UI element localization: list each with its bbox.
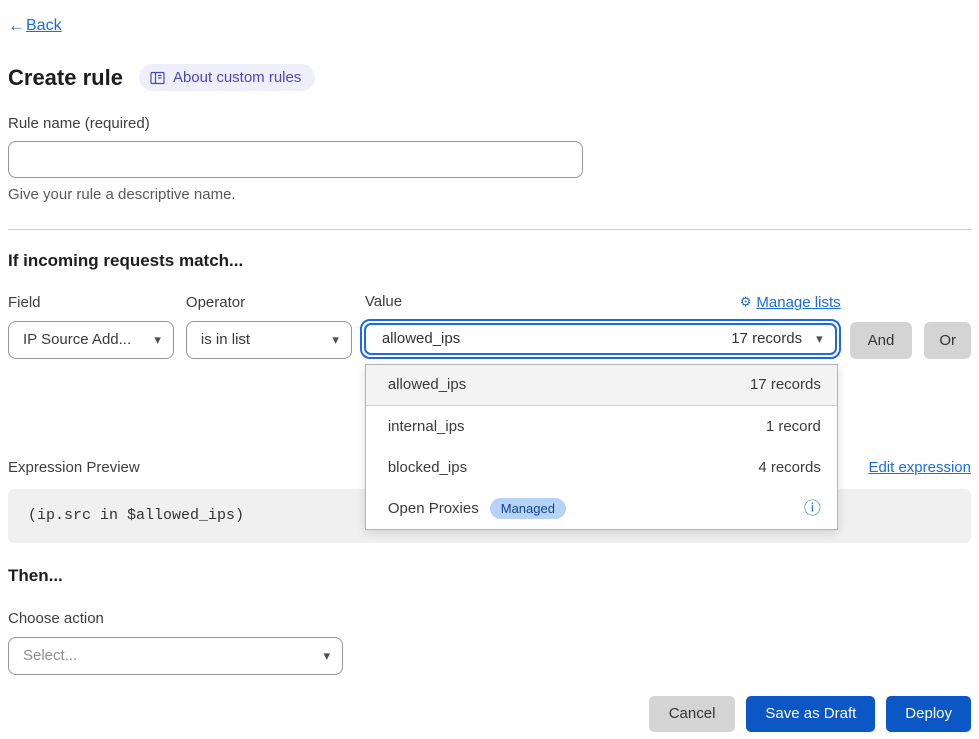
footer-actions: Cancel Save as Draft Deploy [8,696,971,732]
choose-action-label: Choose action [8,610,971,627]
gear-icon: ⚙ [740,294,752,310]
rule-name-helper: Give your rule a descriptive name. [8,186,971,203]
managed-badge: Managed [490,498,566,519]
title-row: Create rule About custom rules [8,64,971,91]
arrow-left-icon: ← [8,16,25,36]
list-name: allowed_ips [388,376,466,393]
list-name: blocked_ips [388,459,467,476]
field-label: Field [8,294,174,311]
and-button[interactable]: And [850,322,913,359]
operator-select-value: is in list [201,331,250,348]
value-label: Value [365,293,402,310]
about-custom-rules-label: About custom rules [173,69,301,86]
chevron-down-icon: ▾ [332,333,339,346]
list-option-allowed-ips[interactable]: allowed_ips 17 records [366,365,837,406]
chevron-down-icon: ▾ [154,333,161,346]
deploy-button[interactable]: Deploy [886,696,971,732]
rule-name-label: Rule name (required) [8,115,971,132]
about-custom-rules-link[interactable]: About custom rules [139,64,315,91]
edit-expression-link[interactable]: Edit expression [868,459,971,476]
value-column: Value ⚙ Manage lists allowed_ips 17 reco… [360,293,841,359]
operator-column: Operator is in list ▾ [186,294,352,359]
manage-lists-link[interactable]: ⚙ Manage lists [740,294,841,311]
selected-list-name: allowed_ips [382,330,460,347]
field-select[interactable]: IP Source Add... ▾ [8,321,174,359]
then-heading: Then... [8,566,971,586]
create-rule-page: ←Back Create rule About custom rules Rul… [0,0,979,732]
cancel-button[interactable]: Cancel [649,696,736,732]
manage-lists-label: Manage lists [756,294,840,311]
page-title: Create rule [8,65,123,91]
list-records: 4 records [758,459,821,476]
list-option-internal-ips[interactable]: internal_ips 1 record [366,406,837,447]
value-combobox-focus-ring: allowed_ips 17 records ▾ [360,319,841,359]
info-icon[interactable]: ⓘ [804,500,821,517]
chevron-down-icon: ▾ [816,332,823,345]
operator-label: Operator [186,294,352,311]
list-records: 17 records [750,376,821,393]
back-link[interactable]: ←Back [8,16,62,36]
list-option-blocked-ips[interactable]: blocked_ips 4 records [366,447,837,488]
section-divider [8,229,971,230]
chevron-down-icon: ▾ [323,649,330,662]
field-select-value: IP Source Add... [23,331,131,348]
lists-dropdown: allowed_ips 17 records internal_ips 1 re… [365,364,838,530]
field-column: Field IP Source Add... ▾ [8,294,174,359]
condition-row: Field IP Source Add... ▾ Operator is in … [8,293,971,359]
list-name: Open Proxies [388,500,479,517]
value-combobox-wrap: allowed_ips 17 records ▾ allowed_ips 17 … [360,319,841,359]
back-link-label: Back [26,17,62,35]
expression-code: (ip.src in $allowed_ips) [28,507,244,524]
rule-name-input[interactable] [8,141,583,178]
save-draft-button[interactable]: Save as Draft [746,696,875,732]
list-option-open-proxies[interactable]: Open Proxies Managed ⓘ [366,488,837,529]
selected-list-records: 17 records [731,330,802,347]
value-combobox[interactable]: allowed_ips 17 records ▾ [364,323,837,355]
action-select-placeholder: Select... [23,647,77,664]
or-button[interactable]: Or [924,322,971,359]
list-records: 1 record [766,418,821,435]
action-select[interactable]: Select... ▾ [8,637,343,675]
operator-select[interactable]: is in list ▾ [186,321,352,359]
list-name: internal_ips [388,418,465,435]
book-icon [150,71,165,85]
value-header: Value ⚙ Manage lists [360,293,841,311]
expression-preview-label: Expression Preview [8,459,140,476]
match-heading: If incoming requests match... [8,251,971,271]
